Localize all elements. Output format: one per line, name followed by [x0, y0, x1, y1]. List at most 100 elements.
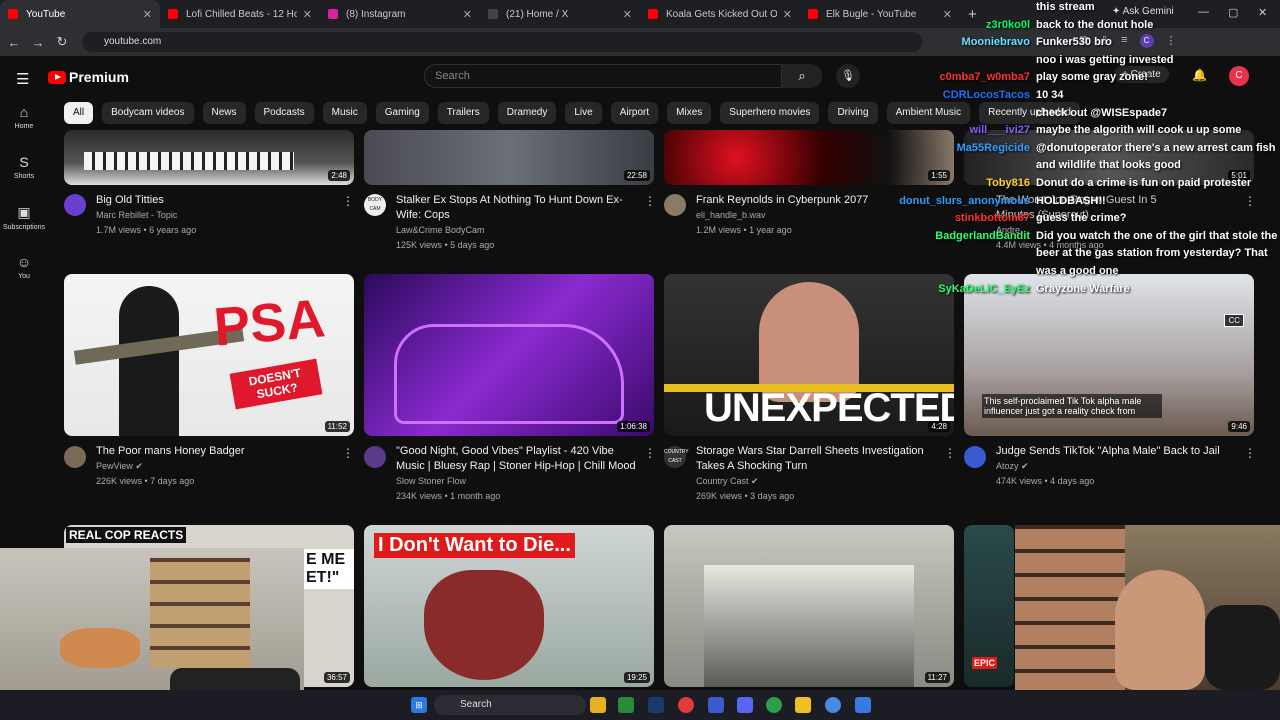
- maximize-icon[interactable]: ▢: [1228, 6, 1238, 19]
- search-input[interactable]: Search: [424, 64, 782, 88]
- ask-gemini-button[interactable]: ✦ Ask Gemini: [1112, 6, 1174, 17]
- chat-username[interactable]: donut_slurs_anonymous: [899, 195, 1030, 207]
- tab-close-icon[interactable]: ✕: [943, 8, 952, 21]
- minecraft-icon[interactable]: [618, 697, 634, 713]
- filter-chip[interactable]: Trailers: [437, 102, 489, 124]
- more-actions-icon[interactable]: ⋮: [644, 194, 656, 208]
- filter-chip[interactable]: Airport: [610, 102, 659, 124]
- chat-username[interactable]: Mooniebravo: [962, 36, 1030, 48]
- tab-close-icon[interactable]: ✕: [463, 8, 472, 21]
- video-thumbnail[interactable]: PSA DOESN'T SUCK? 11:52: [64, 274, 354, 436]
- more-actions-icon[interactable]: ⋮: [1244, 446, 1256, 460]
- video-title[interactable]: Storage Wars Star Darrell Sheets Investi…: [696, 444, 936, 474]
- browser-profile-icon[interactable]: C: [1139, 34, 1154, 48]
- channel-name[interactable]: Marc Rebillet - Topic: [96, 210, 177, 220]
- channel-avatar[interactable]: [664, 194, 686, 216]
- account-avatar[interactable]: C: [1229, 66, 1249, 86]
- notifications-bell-icon[interactable]: 🔔: [1192, 68, 1207, 82]
- tab-close-icon[interactable]: ✕: [783, 8, 792, 21]
- chrome-icon[interactable]: [678, 697, 694, 713]
- chat-username[interactable]: BadgerlandBandit: [935, 230, 1030, 242]
- tab-close-icon[interactable]: ✕: [623, 8, 632, 21]
- channel-avatar[interactable]: [364, 446, 386, 468]
- filter-chip[interactable]: Live: [565, 102, 602, 124]
- video-thumbnail[interactable]: CC This self-proclaimed Tik Tok alpha ma…: [964, 274, 1254, 436]
- video-thumbnail[interactable]: 1:55: [664, 130, 954, 185]
- steam-icon[interactable]: [648, 697, 664, 713]
- channel-name[interactable]: Law&Crime BodyCam: [396, 225, 485, 235]
- filter-chip[interactable]: News: [202, 102, 246, 124]
- channel-name[interactable]: Slow Stoner Flow: [396, 476, 466, 486]
- video-thumbnail[interactable]: 2:48: [64, 130, 354, 185]
- chrome-icon[interactable]: [825, 697, 841, 713]
- channel-name[interactable]: PewView ✔: [96, 461, 143, 472]
- channel-name[interactable]: eli_handle_b.wav: [696, 210, 766, 220]
- channel-avatar[interactable]: [64, 446, 86, 468]
- filter-chip[interactable]: Superhero movies: [720, 102, 820, 124]
- windows-start-icon[interactable]: ⊞: [411, 697, 427, 713]
- chat-username[interactable]: CDRLocosTacos: [943, 89, 1030, 101]
- sidebar-item-shorts[interactable]: S Shorts: [0, 154, 48, 204]
- video-thumbnail[interactable]: EPIC: [964, 525, 1014, 687]
- channel-avatar[interactable]: [964, 446, 986, 468]
- filter-chip[interactable]: All: [64, 102, 94, 124]
- video-thumbnail[interactable]: 1:06:38: [364, 274, 654, 436]
- filter-chip[interactable]: Podcasts: [254, 102, 314, 124]
- video-title[interactable]: Big Old Titties: [96, 193, 336, 208]
- youtube-premium-logo[interactable]: Premium: [48, 69, 129, 85]
- filter-chip[interactable]: Driving: [828, 102, 878, 124]
- filter-chip[interactable]: Music: [322, 102, 367, 124]
- new-tab-button[interactable]: +: [968, 6, 977, 23]
- sidebar-item-home[interactable]: ⌂ Home: [0, 104, 48, 154]
- video-thumbnail[interactable]: UNEXPECTED 4:28: [664, 274, 954, 436]
- video-title[interactable]: Judge Sends TikTok "Alpha Male" Back to …: [996, 444, 1236, 459]
- browser-tab[interactable]: (21) Home / X ✕: [480, 0, 640, 28]
- sidebar-item-subscriptions[interactable]: ▣ Subscriptions: [0, 204, 48, 254]
- channel-avatar[interactable]: BODY CAM: [364, 194, 386, 216]
- chat-username[interactable]: c0mba7_w0mba7: [940, 71, 1031, 83]
- tab-close-icon[interactable]: ✕: [143, 8, 152, 21]
- forward-icon[interactable]: →: [26, 35, 50, 50]
- browser-tab[interactable]: Koala Gets Kicked Out Of Tree ✕: [640, 0, 800, 28]
- closed-captions-icon[interactable]: CC: [1224, 314, 1244, 327]
- app-icon[interactable]: [766, 697, 782, 713]
- browser-tab[interactable]: Elk Bugle - YouTube ✕: [800, 0, 960, 28]
- reload-icon[interactable]: ↻: [50, 34, 74, 50]
- video-thumbnail[interactable]: I Don't Want to Die... 19:25: [364, 525, 654, 687]
- app-icon[interactable]: [855, 697, 871, 713]
- hamburger-menu-icon[interactable]: ☰: [16, 70, 29, 88]
- more-actions-icon[interactable]: ⋮: [342, 446, 354, 460]
- filter-chip[interactable]: Bodycam videos: [102, 102, 194, 124]
- more-actions-icon[interactable]: ⋮: [1244, 194, 1256, 208]
- more-actions-icon[interactable]: ⋮: [644, 446, 656, 460]
- more-actions-icon[interactable]: ⋮: [342, 194, 354, 208]
- chat-username[interactable]: Toby816: [986, 177, 1030, 189]
- chat-username[interactable]: will___ivi27: [969, 124, 1030, 136]
- channel-avatar[interactable]: COUNTRY CAST: [664, 446, 689, 468]
- video-title[interactable]: Stalker Ex Stops At Nothing To Hunt Down…: [396, 193, 636, 223]
- minimize-icon[interactable]: —: [1198, 6, 1209, 18]
- chat-username[interactable]: stinkbottom87: [955, 212, 1030, 224]
- back-icon[interactable]: ←: [2, 35, 26, 50]
- chat-username[interactable]: Ma55Regicide: [957, 142, 1030, 154]
- tab-close-icon[interactable]: ✕: [303, 8, 312, 21]
- filter-chip[interactable]: Mixes: [667, 102, 712, 124]
- search-button[interactable]: ⌕: [782, 64, 822, 88]
- taskbar-search-input[interactable]: Search: [434, 695, 586, 715]
- voice-search-button[interactable]: 🎙: [836, 64, 860, 88]
- discord-icon[interactable]: [737, 697, 753, 713]
- browser-tab[interactable]: (8) Instagram ✕: [320, 0, 480, 28]
- more-actions-icon[interactable]: ⋮: [944, 446, 956, 460]
- filter-chip[interactable]: Dramedy: [497, 102, 557, 124]
- close-window-icon[interactable]: ✕: [1258, 6, 1267, 19]
- channel-name[interactable]: Atozy ✔: [996, 461, 1029, 472]
- channel-name[interactable]: Country Cast ✔: [696, 476, 759, 487]
- video-title[interactable]: The Poor mans Honey Badger: [96, 444, 336, 459]
- file-explorer-icon[interactable]: [590, 697, 606, 713]
- video-thumbnail[interactable]: 22:58: [364, 130, 654, 185]
- app-icon[interactable]: [795, 697, 811, 713]
- app-icon[interactable]: [708, 697, 724, 713]
- url-input[interactable]: youtube.com: [82, 32, 922, 52]
- sidebar-item-you[interactable]: ☺ You: [0, 254, 48, 304]
- filter-chip[interactable]: Ambient Music: [886, 102, 971, 124]
